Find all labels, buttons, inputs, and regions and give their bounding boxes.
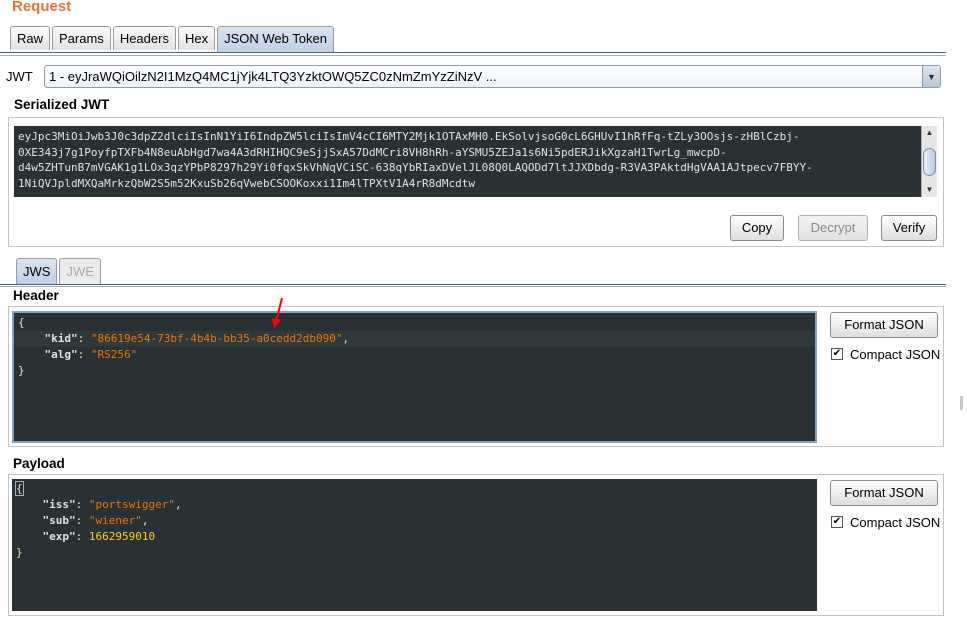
scroll-up-icon[interactable]: ▲ xyxy=(922,126,937,140)
copy-button[interactable]: Copy xyxy=(730,215,784,241)
json-key: "exp" xyxy=(42,530,76,543)
request-title: Request xyxy=(12,0,72,15)
json-value: 1662959010 xyxy=(88,530,156,543)
tab-json-web-token[interactable]: JSON Web Token xyxy=(217,26,334,53)
header-compact-json-checkbox[interactable]: ✔ xyxy=(831,348,843,360)
tab-headers[interactable]: Headers xyxy=(112,26,176,50)
scrollbar-thumb[interactable] xyxy=(923,148,936,176)
payload-field-row: "exp": 1662959010 xyxy=(42,530,156,543)
serialized-line: eyJpc3MiOiJwb3J0c3dpZ2dlciIsInN1YiI6Indp… xyxy=(18,130,800,143)
tab-raw[interactable]: Raw xyxy=(10,26,51,50)
tab-jws[interactable]: JWS xyxy=(16,258,58,284)
jwt-select[interactable]: 1 - eyJraWQiOilzN2I1MzQ4MC1jYjk4LTQ3Yzkt… xyxy=(44,65,941,88)
serialized-line: d4w5ZHTunB7mVGAK1g1LOx3qzYPbP8297h29Yi0f… xyxy=(18,161,813,174)
header-json-editor[interactable]: { "kid": "86619e54-73bf-4b4b-bb35-a0cedd… xyxy=(12,311,817,443)
tab-jwe[interactable]: JWE xyxy=(59,258,101,284)
serialized-jwt-text[interactable]: eyJpc3MiOiJwb3J0c3dpZ2dlciIsInN1YiI6Indp… xyxy=(14,126,921,197)
scroll-down-icon[interactable]: ▼ xyxy=(922,183,937,197)
tab-params[interactable]: Params xyxy=(52,26,111,50)
payload-field-row: "iss": "portswigger", xyxy=(42,498,182,511)
jws-jwe-tabs: JWS JWE xyxy=(16,258,103,284)
payload-title: Payload xyxy=(13,456,65,471)
payload-close-brace: } xyxy=(16,546,23,559)
annotation-arrow-icon xyxy=(272,297,283,328)
resize-handle[interactable] xyxy=(960,396,963,410)
header-format-json-button[interactable]: Format JSON xyxy=(830,312,938,338)
header-field-row: "kid": "86619e54-73bf-4b4b-bb35-a0cedd2d… xyxy=(14,331,815,347)
header-close-brace: } xyxy=(18,364,25,377)
json-value: "RS256" xyxy=(90,348,138,361)
header-compact-json-label: Compact JSON xyxy=(850,347,941,362)
subtabs-divider-2 xyxy=(0,286,946,287)
verify-button[interactable]: Verify xyxy=(881,215,937,241)
serialized-line: 0XE343j7g1PoyfpTXFb4N8euAbHgd7wa4A3dRHIH… xyxy=(18,145,727,159)
tabs-divider-2 xyxy=(0,55,946,56)
json-key: "iss" xyxy=(42,498,76,511)
header-title: Header xyxy=(13,288,59,303)
header-field-row: "alg": "RS256" xyxy=(44,348,138,361)
json-key: "kid" xyxy=(44,332,78,345)
jwt-label: JWT xyxy=(6,69,33,84)
payload-compact-json-label: Compact JSON xyxy=(850,515,941,530)
message-tabs: Raw Params Headers Hex JSON Web Token xyxy=(10,26,336,53)
json-key: "alg" xyxy=(44,348,78,361)
payload-format-json-button[interactable]: Format JSON xyxy=(830,480,938,506)
json-value: "86619e54-73bf-4b4b-bb35-a0cedd2db090" xyxy=(90,332,343,345)
payload-compact-json-checkbox[interactable]: ✔ xyxy=(831,516,843,528)
json-value: "portswigger" xyxy=(88,498,175,511)
tab-hex[interactable]: Hex xyxy=(177,26,216,50)
json-value: "wiener" xyxy=(88,514,142,527)
chevron-down-icon[interactable]: ▼ xyxy=(922,66,940,87)
serialized-scrollbar[interactable]: ▲ ▼ xyxy=(921,126,937,197)
serialized-line: 1NiQVJpldMXQaMrkzQbW2S5m52KxuSb26qVwebCS… xyxy=(18,176,475,190)
header-open-brace: { xyxy=(18,316,25,329)
payload-json-editor[interactable]: { "iss": "portswigger", "sub": "wiener",… xyxy=(12,479,817,611)
payload-field-row: "sub": "wiener", xyxy=(42,514,149,527)
tabs-divider xyxy=(0,52,946,53)
decrypt-button[interactable]: Decrypt xyxy=(798,215,868,241)
serialized-jwt-title: Serialized JWT xyxy=(14,97,110,112)
payload-open-brace: { xyxy=(15,481,24,496)
jwt-select-value: 1 - eyJraWQiOilzN2I1MzQ4MC1jYjk4LTQ3Yzkt… xyxy=(49,69,497,84)
json-key: "sub" xyxy=(42,514,76,527)
subtabs-divider xyxy=(0,284,946,285)
